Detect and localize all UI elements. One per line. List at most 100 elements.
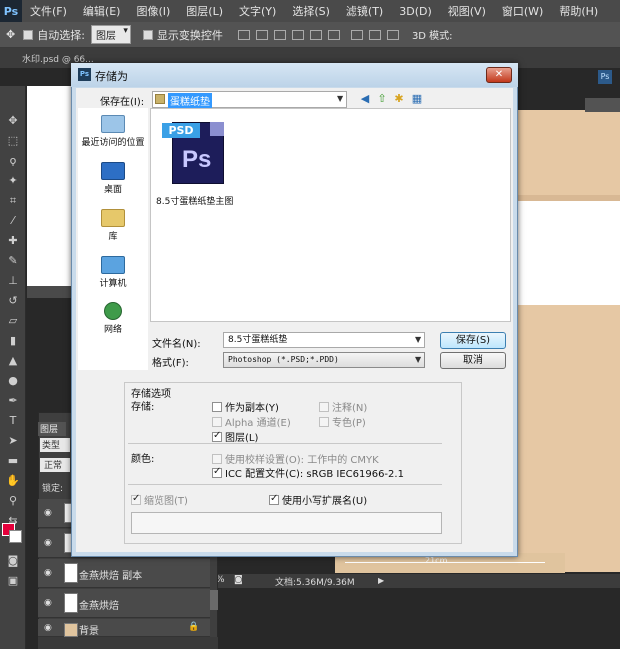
eye-icon[interactable]: ◉ xyxy=(44,538,56,548)
menu-layer[interactable]: 图层(L) xyxy=(178,3,231,19)
brush-tool-icon[interactable]: ✎ xyxy=(5,254,21,268)
align-middle-icon[interactable] xyxy=(255,29,268,40)
eye-icon[interactable]: ◉ xyxy=(44,598,56,608)
healing-brush-icon[interactable]: ✚ xyxy=(5,234,21,248)
save-button[interactable]: 保存(S) xyxy=(440,332,506,349)
layer-row[interactable]: ◉ 金燕烘焙 xyxy=(38,589,210,618)
screen-mode-icon[interactable]: ▣ xyxy=(5,574,21,588)
blur-tool-icon[interactable]: ▲ xyxy=(5,354,21,368)
path-select-icon[interactable]: ➤ xyxy=(5,434,21,448)
align-center-icon[interactable] xyxy=(309,29,322,40)
chevron-down-icon[interactable]: ▼ xyxy=(415,335,421,344)
dialog-titlebar[interactable] xyxy=(71,63,518,87)
up-folder-icon[interactable]: ⇧ xyxy=(375,92,389,106)
hand-tool-icon[interactable]: ✋ xyxy=(5,474,21,488)
menu-type[interactable]: 文字(Y) xyxy=(231,3,284,19)
pen-tool-icon[interactable]: ✒ xyxy=(5,394,21,408)
eye-icon[interactable]: ◉ xyxy=(44,508,56,518)
eyedropper-icon[interactable]: ⁄ xyxy=(5,214,21,228)
eye-icon[interactable]: ◉ xyxy=(44,568,56,578)
quick-mask-icon[interactable]: ◙ xyxy=(5,554,21,568)
file-name[interactable]: 8.5寸蛋糕纸垫主图 xyxy=(156,194,233,207)
chevron-down-icon[interactable]: ▼ xyxy=(415,355,421,364)
layer-name: 背景 xyxy=(79,626,99,637)
lasso-tool-icon[interactable]: ϙ xyxy=(5,154,21,168)
align-bottom-icon[interactable] xyxy=(273,29,286,40)
distribute-icon[interactable] xyxy=(386,29,399,40)
thumbnail-option: 缩览图(T) xyxy=(131,492,188,507)
blend-mode-select[interactable]: 正常 xyxy=(40,458,70,472)
zoom-tool-icon[interactable]: ⚲ xyxy=(5,494,21,508)
shape-tool-icon[interactable]: ▬ xyxy=(5,454,21,468)
icc-option[interactable]: ICC 配置文件(C): sRGB IEC61966-2.1 xyxy=(212,465,404,480)
photoshop-logo: Ps xyxy=(0,0,22,22)
layer-row[interactable]: ◉ 金燕烘焙 副本 xyxy=(38,559,210,588)
place-network[interactable]: 网络 xyxy=(78,302,148,335)
menu-view[interactable]: 视图(V) xyxy=(440,3,494,19)
network-icon xyxy=(104,302,122,320)
close-button[interactable]: ✕ xyxy=(486,67,512,83)
menu-file[interactable]: 文件(F) xyxy=(22,3,75,19)
layers-scrollbar[interactable] xyxy=(210,590,218,610)
back-icon[interactable]: ◀ xyxy=(358,92,372,106)
layers-option[interactable]: 图层(L) xyxy=(212,429,258,444)
as-copy-checkbox[interactable] xyxy=(212,402,222,412)
background-color-swatch[interactable] xyxy=(9,530,22,543)
chevron-down-icon[interactable]: ▼ xyxy=(337,94,343,103)
place-desktop[interactable]: 桌面 xyxy=(78,162,148,195)
status-arrow-icon[interactable]: ▶ xyxy=(378,576,384,585)
align-left-icon[interactable] xyxy=(291,29,304,40)
icc-checkbox[interactable] xyxy=(212,466,222,478)
move-tool-icon[interactable]: ✥ xyxy=(5,114,21,128)
place-libraries[interactable]: 库 xyxy=(78,209,148,242)
filename-input[interactable]: 8.5寸蛋糕纸垫 xyxy=(223,332,425,348)
align-right-icon[interactable] xyxy=(327,29,340,40)
menu-select[interactable]: 选择(S) xyxy=(284,3,338,19)
distribute-icon[interactable] xyxy=(368,29,381,40)
place-recent[interactable]: 最近访问的位置 xyxy=(78,115,148,148)
as-copy-option[interactable]: 作为副本(Y) xyxy=(212,399,279,414)
type-tool-icon[interactable]: T xyxy=(5,414,21,428)
place-computer[interactable]: 计算机 xyxy=(78,256,148,289)
layers-checkbox[interactable] xyxy=(212,430,222,442)
menu-window[interactable]: 窗口(W) xyxy=(494,3,551,19)
distribute-icon[interactable] xyxy=(350,29,363,40)
format-dropdown[interactable]: Photoshop (*.PSD;*.PDD) xyxy=(223,352,425,368)
dodge-tool-icon[interactable]: ● xyxy=(5,374,21,388)
lowercase-ext-option[interactable]: 使用小写扩展名(U) xyxy=(269,492,367,507)
auto-select-checkbox[interactable] xyxy=(23,29,34,40)
menu-help[interactable]: 帮助(H) xyxy=(551,3,606,19)
eye-icon[interactable]: ◉ xyxy=(44,623,56,633)
place-label: 桌面 xyxy=(103,185,122,195)
place-label: 计算机 xyxy=(99,279,127,289)
new-folder-icon[interactable]: ✱ xyxy=(392,92,406,106)
eraser-icon[interactable]: ▱ xyxy=(5,314,21,328)
layer-filter-kind[interactable]: 类型 xyxy=(40,438,70,452)
history-brush-icon[interactable]: ↺ xyxy=(5,294,21,308)
document-canvas-right[interactable] xyxy=(515,110,620,572)
document-status-left xyxy=(27,286,72,298)
document-canvas-left[interactable] xyxy=(27,86,72,286)
view-menu-icon[interactable]: ▦ xyxy=(410,92,424,106)
menu-edit[interactable]: 编辑(E) xyxy=(75,3,129,19)
place-label: 库 xyxy=(108,232,118,242)
layer-thumbnail xyxy=(64,563,78,583)
crop-tool-icon[interactable]: ⌗ xyxy=(5,194,21,208)
layers-tab[interactable]: 图层 xyxy=(38,422,66,436)
show-transform-checkbox[interactable] xyxy=(142,29,153,40)
auto-select-label: 自动选择: xyxy=(37,28,85,42)
menu-filter[interactable]: 滤镜(T) xyxy=(338,3,391,19)
menu-3d[interactable]: 3D(D) xyxy=(391,5,440,18)
stamp-tool-icon[interactable]: ⊥ xyxy=(5,274,21,288)
gradient-tool-icon[interactable]: ▮ xyxy=(5,334,21,348)
align-top-icon[interactable] xyxy=(237,29,250,40)
status-menu-icon[interactable]: ◙ xyxy=(234,575,243,585)
magic-wand-icon[interactable]: ✦ xyxy=(5,174,21,188)
menu-image[interactable]: 图像(I) xyxy=(128,3,178,19)
cancel-button[interactable]: 取消 xyxy=(440,352,506,369)
lowercase-ext-checkbox[interactable] xyxy=(269,493,279,505)
move-tool-icon[interactable]: ✥ xyxy=(6,28,15,41)
auto-select-dropdown[interactable]: 图层 xyxy=(90,25,131,44)
layer-row[interactable]: ◉ 背景 🔒 xyxy=(38,619,210,637)
marquee-tool-icon[interactable]: ⬚ xyxy=(5,134,21,148)
